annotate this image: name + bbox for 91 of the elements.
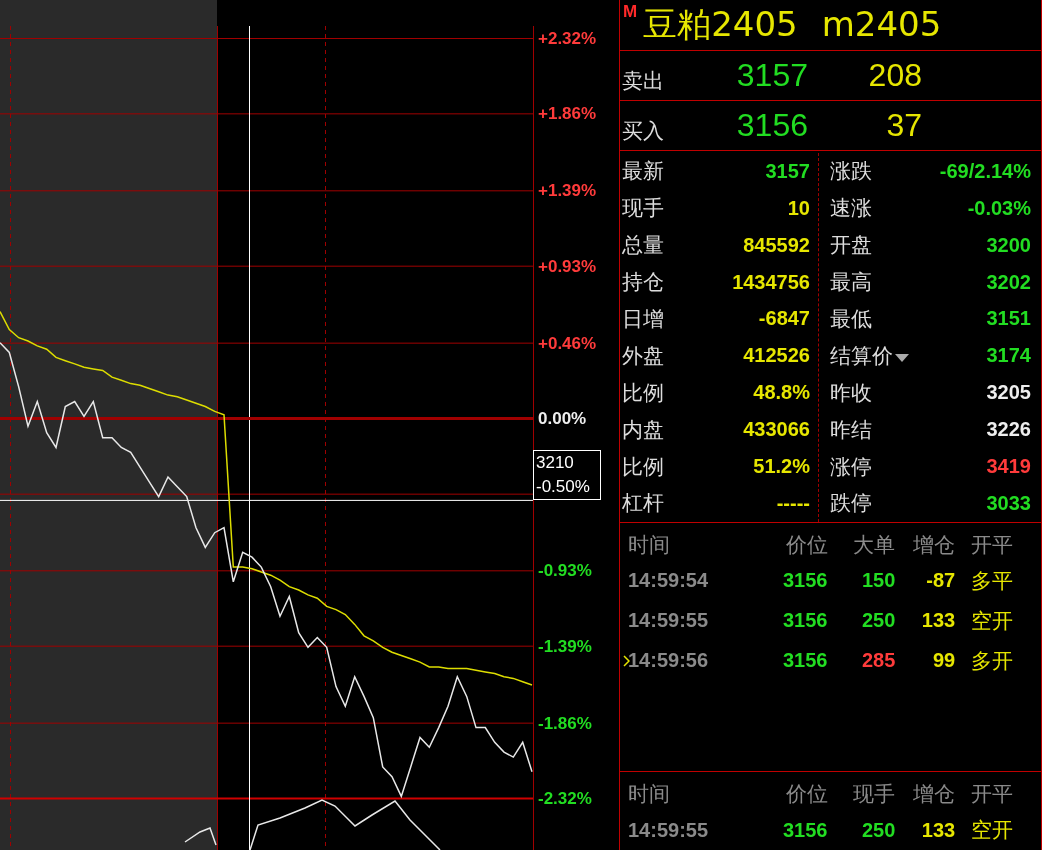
stat-value: 845592 bbox=[743, 233, 810, 257]
stat-label: 最低 bbox=[829, 305, 872, 333]
stat-label: 开盘 bbox=[829, 232, 872, 260]
stat-label: 跌停 bbox=[829, 490, 872, 518]
stat-label: 昨结 bbox=[829, 416, 872, 444]
quote-price: 3156 bbox=[735, 106, 808, 144]
column-header: 时间 bbox=[628, 781, 671, 808]
table-cell-text: 14:59:55 bbox=[628, 818, 710, 842]
stat-value: 3419 bbox=[986, 455, 1031, 479]
table-cell-text: 14:59:55 bbox=[628, 609, 710, 633]
stat-label: 最新 bbox=[621, 158, 664, 186]
stat-value: 3202 bbox=[986, 270, 1031, 294]
axis-label: +1.86% bbox=[538, 104, 597, 124]
column-header: 开平 bbox=[970, 781, 1015, 808]
stat-value: 3151 bbox=[986, 307, 1031, 331]
stat-label: 涨停 bbox=[829, 453, 872, 481]
column-header: 现手 bbox=[852, 781, 896, 808]
stat-label: 比例 bbox=[621, 453, 664, 481]
stat-value: 3033 bbox=[986, 491, 1031, 515]
stat-label: 比例 bbox=[621, 379, 664, 407]
stat-value: 412526 bbox=[743, 344, 810, 368]
axis-label: -2.32% bbox=[538, 789, 592, 808]
stat-label: 杠杆 bbox=[621, 490, 664, 518]
stat-label: 现手 bbox=[621, 195, 664, 223]
table-cell-text: 3156 bbox=[782, 818, 828, 842]
table-cell-text: 多开 bbox=[970, 647, 1015, 675]
column-header: 增仓 bbox=[912, 531, 956, 559]
stat-label: 外盘 bbox=[621, 342, 664, 370]
quote-volume: 208 bbox=[867, 56, 922, 94]
stat-label: 昨收 bbox=[829, 379, 872, 407]
column-header: 价位 bbox=[784, 531, 828, 559]
stat-value: 3157 bbox=[765, 159, 810, 183]
stat-value: 3226 bbox=[986, 418, 1031, 442]
axis-label: 0.00% bbox=[538, 409, 587, 428]
stat-value: 48.8% bbox=[753, 381, 810, 405]
market-label: M bbox=[623, 2, 638, 22]
table-cell-text: 99 bbox=[931, 649, 956, 673]
quote-price: 3157 bbox=[735, 56, 808, 94]
table-cell-text: 空开 bbox=[970, 817, 1015, 844]
stat-label: 最高 bbox=[829, 269, 872, 296]
stat-label: 内盘 bbox=[621, 416, 664, 444]
stat-value: 3200 bbox=[986, 233, 1031, 257]
stat-value: 3174 bbox=[986, 344, 1031, 368]
column-header: 大单 bbox=[852, 531, 896, 559]
stat-value: -6847 bbox=[758, 307, 810, 331]
stat-value: 10 bbox=[787, 196, 810, 220]
stat-value: 3205 bbox=[986, 381, 1031, 405]
stat-label: 持仓 bbox=[621, 269, 664, 296]
table-cell-text: 285 bbox=[860, 649, 896, 673]
table-cell-text: 133 bbox=[920, 818, 956, 842]
column-header: 增仓 bbox=[912, 781, 956, 808]
table-cell-text: 14:59:56 bbox=[628, 649, 710, 673]
stat-value: -69/2.14% bbox=[939, 159, 1031, 183]
quote-label: 卖出 bbox=[621, 68, 665, 96]
table-cell-text: 250 bbox=[860, 818, 896, 842]
table-cell-text: -87 bbox=[925, 569, 956, 593]
quote-label: 买入 bbox=[621, 118, 665, 146]
stat-value: -0.03% bbox=[967, 196, 1031, 220]
crosshair-change: -0.50% bbox=[536, 475, 591, 498]
axis-label: +2.32% bbox=[538, 29, 597, 48]
stat-label: 总量 bbox=[621, 232, 664, 260]
contract-code: m2405 bbox=[821, 3, 942, 46]
table-cell-text: 3156 bbox=[782, 649, 828, 673]
stat-label: 结算价 bbox=[829, 342, 893, 370]
column-header: 时间 bbox=[628, 531, 671, 559]
table-cell-text: 3156 bbox=[782, 609, 828, 633]
stat-value: 1434756 bbox=[732, 270, 810, 294]
axis-label: -1.39% bbox=[538, 636, 592, 656]
table-cell-text: 3156 bbox=[782, 569, 828, 593]
stat-value: 51.2% bbox=[753, 455, 810, 479]
stat-value: ----- bbox=[776, 491, 810, 515]
axis-label: -1.86% bbox=[538, 713, 592, 733]
table-cell-text: 14:59:54 bbox=[628, 569, 710, 593]
table-cell-text: 250 bbox=[860, 609, 896, 633]
axis-label: -0.93% bbox=[538, 561, 592, 581]
stat-label: 涨跌 bbox=[829, 158, 872, 186]
stat-value: 433066 bbox=[743, 418, 810, 442]
column-header: 价位 bbox=[784, 781, 828, 808]
table-cell-text: 空开 bbox=[970, 607, 1015, 635]
quote-volume: 37 bbox=[885, 106, 922, 144]
crosshair-price: 3210 bbox=[536, 451, 575, 474]
table-cell-text: 多平 bbox=[970, 567, 1015, 595]
table-cell-text: 150 bbox=[860, 569, 896, 593]
table-cell-text: 133 bbox=[920, 609, 956, 633]
stat-label: 速涨 bbox=[829, 195, 872, 223]
axis-label: +0.46% bbox=[538, 333, 597, 353]
column-header: 开平 bbox=[970, 531, 1015, 559]
contract-name: 豆粕2405 bbox=[643, 3, 798, 46]
axis-label: +1.39% bbox=[538, 181, 597, 201]
stat-label: 日增 bbox=[621, 305, 664, 333]
axis-label: +0.93% bbox=[538, 256, 597, 276]
